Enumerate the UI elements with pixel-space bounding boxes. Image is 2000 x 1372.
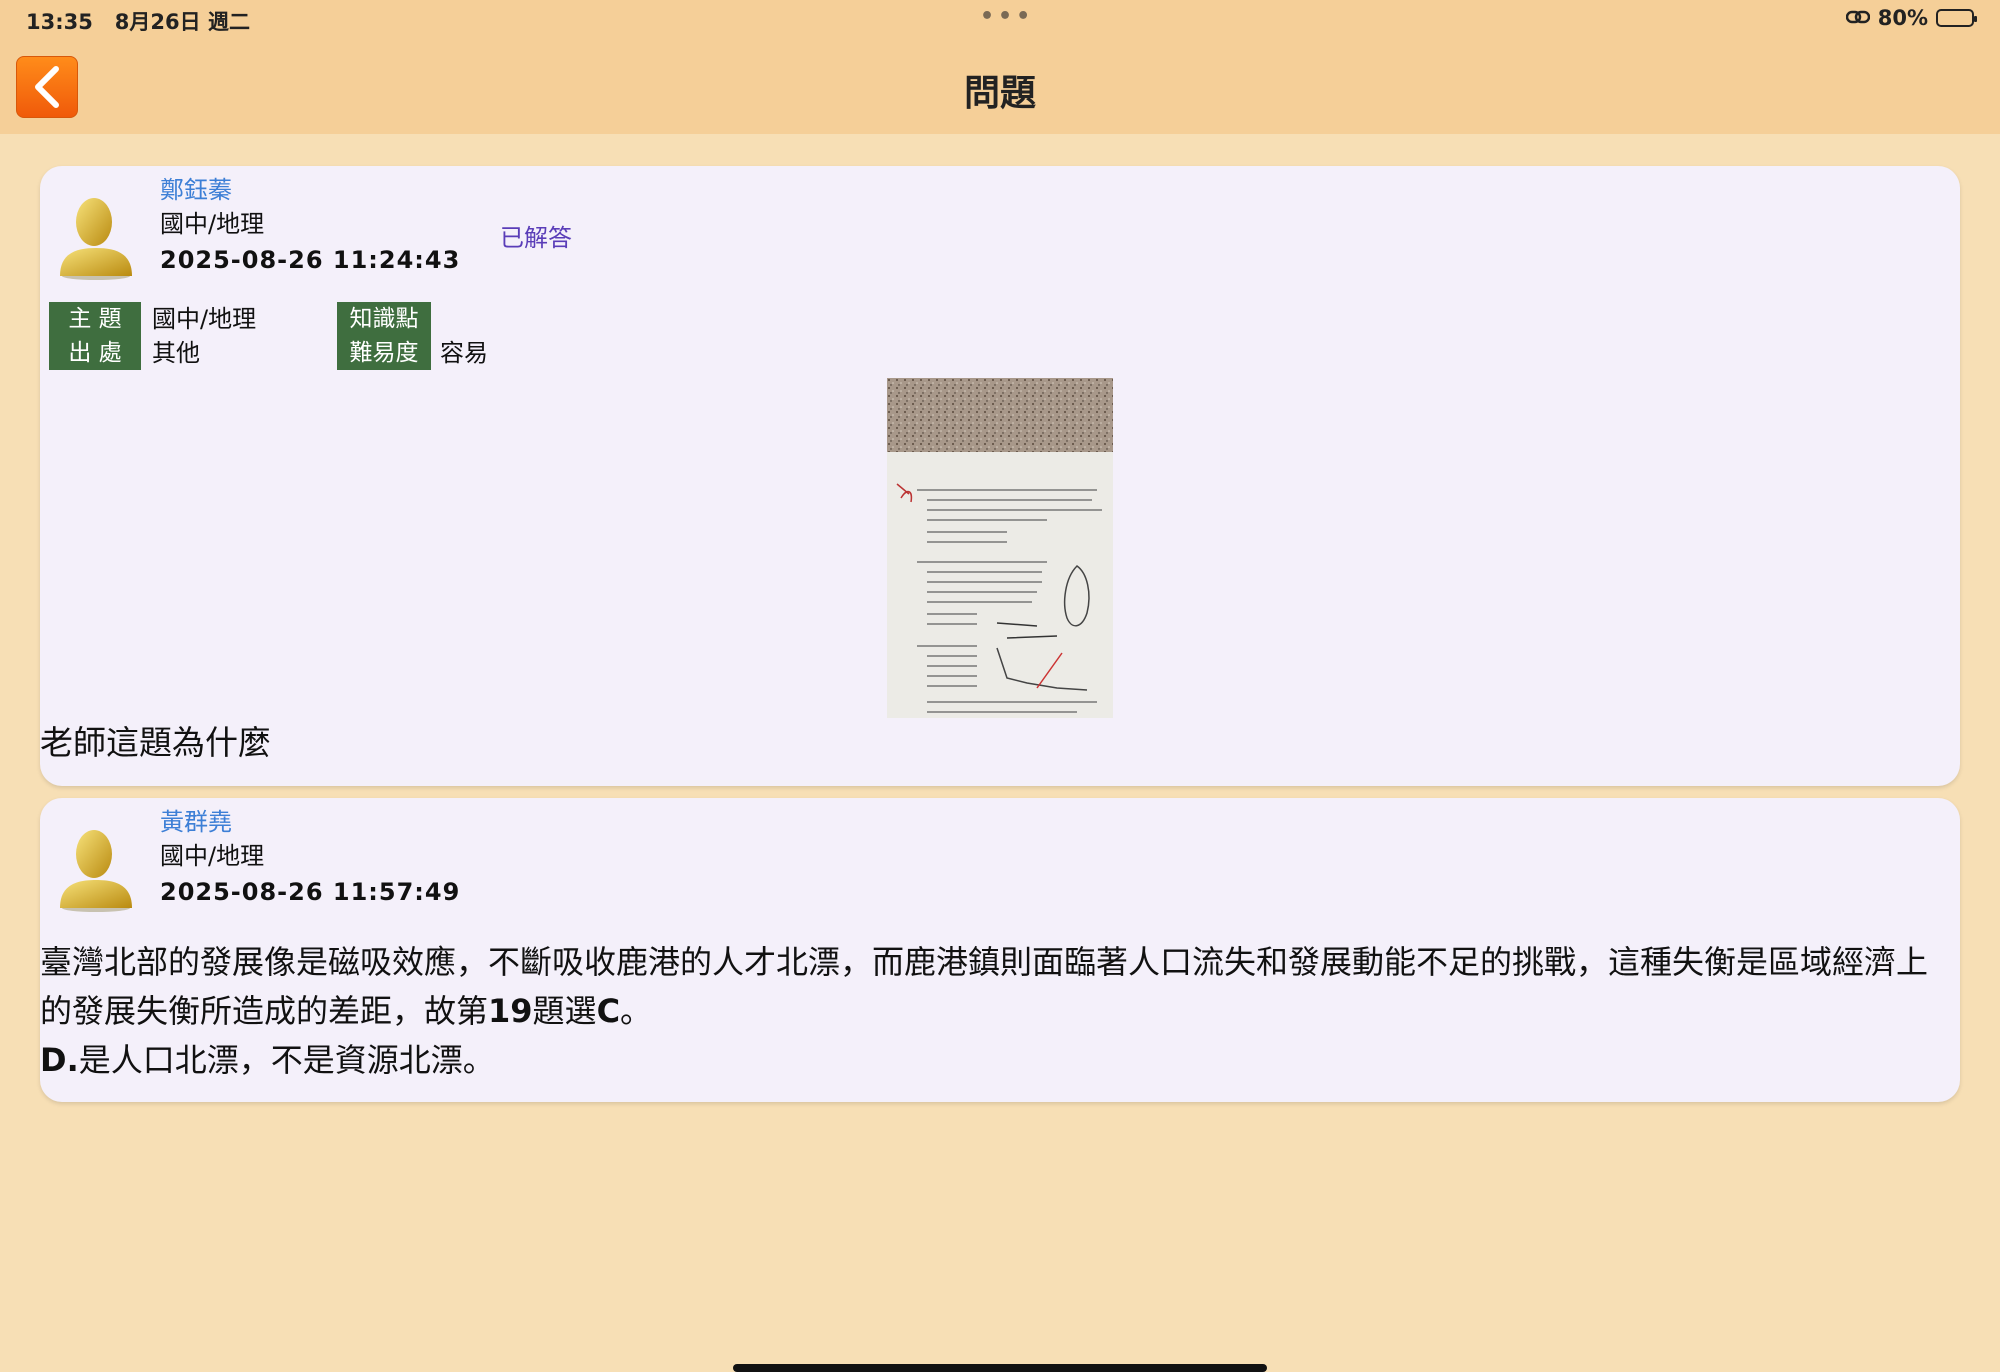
- status-date: 8月26日 週二: [114, 10, 250, 34]
- difficulty-label: 難易度: [337, 336, 431, 370]
- nav-bar: 問題: [0, 36, 2000, 134]
- answer-card: 黃群堯 國中/地理 2025-08-26 11:57:49 臺灣北部的發展像是磁…: [40, 798, 1960, 1102]
- asker-subject: 國中/地理: [160, 210, 265, 238]
- question-timestamp: 2025-08-26 11:24:43: [160, 246, 461, 274]
- question-card: 鄭鈺蓁 國中/地理 2025-08-26 11:24:43 已解答 主 題 國中…: [40, 166, 1960, 786]
- question-text: 老師這題為什麼: [40, 723, 271, 762]
- avatar-icon: [60, 198, 132, 280]
- knowledge-label: 知識點: [337, 302, 431, 336]
- answer-line1: 臺灣北部的發展像是磁吸效應，不斷吸收鹿港的人才北漂，而鹿港鎮則面臨著人口流失和發…: [40, 943, 1929, 1030]
- topic-label: 主 題: [49, 302, 141, 336]
- battery-icon: [1936, 9, 1977, 27]
- status-right: 80%: [1845, 6, 1977, 30]
- answer-text: 臺灣北部的發展像是磁吸效應，不斷吸收鹿港的人才北漂，而鹿港鎮則面臨著人口流失和發…: [40, 938, 1950, 1085]
- answer-line2-prefix: D.: [40, 1041, 79, 1079]
- answer-mid: 題選: [532, 992, 597, 1030]
- page-title: 問題: [963, 73, 1036, 114]
- source-value: 其他: [152, 339, 200, 367]
- answer-question-number: 19: [488, 992, 533, 1030]
- topic-value: 國中/地理: [152, 305, 257, 333]
- status-time: 13:35 8月26日 週二: [26, 10, 250, 34]
- answerer-subject: 國中/地理: [160, 842, 265, 870]
- battery-percent: 80%: [1877, 6, 1928, 30]
- question-photo[interactable]: [887, 378, 1113, 718]
- answer-timestamp: 2025-08-26 11:57:49: [160, 878, 461, 906]
- status-bar: 13:35 8月26日 週二 ••• 80%: [0, 0, 2000, 36]
- avatar-icon: [60, 830, 132, 912]
- answer-choice: C: [596, 992, 621, 1030]
- multitask-dots-icon[interactable]: •••: [980, 4, 1034, 29]
- home-indicator[interactable]: [733, 1364, 1267, 1372]
- answer-end: 。: [620, 992, 653, 1030]
- difficulty-value: 容易: [440, 339, 488, 367]
- answer-line2: 是人口北漂，不是資源北漂。: [78, 1041, 495, 1079]
- question-photo-drawing: [887, 378, 1113, 718]
- answerer-name[interactable]: 黃群堯: [160, 802, 232, 837]
- source-label: 出 處: [49, 336, 141, 370]
- link-icon: [1845, 6, 1870, 30]
- asker-name[interactable]: 鄭鈺蓁: [160, 170, 232, 205]
- status-badge: 已解答: [500, 224, 572, 252]
